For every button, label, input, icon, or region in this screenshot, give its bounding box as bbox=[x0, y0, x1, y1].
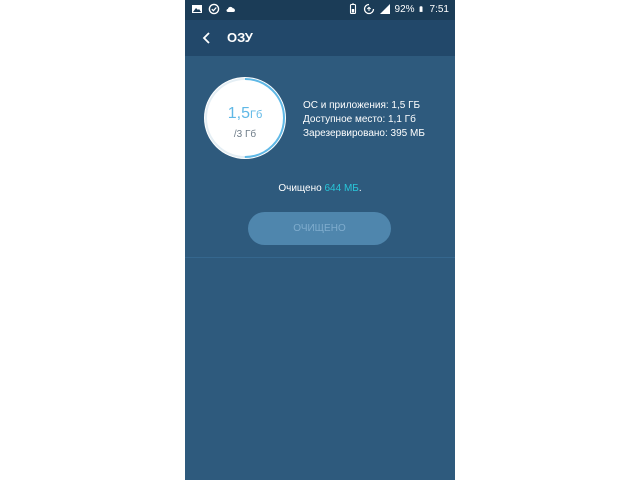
data-saver-icon bbox=[363, 3, 374, 15]
clock: 7:51 bbox=[429, 3, 449, 15]
back-arrow-icon bbox=[202, 32, 210, 44]
app-bar: ОЗУ bbox=[185, 20, 455, 56]
battery-icon bbox=[419, 6, 423, 12]
cleaned-button[interactable]: ОЧИЩЕНО bbox=[248, 212, 391, 245]
page-title: ОЗУ bbox=[227, 30, 253, 45]
used-memory-unit: Гб bbox=[249, 109, 263, 121]
used-memory-value: 1,5 bbox=[227, 105, 250, 122]
back-button[interactable] bbox=[195, 26, 219, 50]
available-memory: Доступное место: 1,1 Гб bbox=[303, 114, 416, 125]
cleaned-suffix: . bbox=[358, 183, 362, 194]
total-memory: /3 Гб bbox=[233, 129, 257, 140]
cleaned-amount: 644 МБ bbox=[324, 183, 359, 194]
cleaned-status: Очищено 644 МБ. bbox=[185, 183, 455, 194]
memory-details: ОС и приложения: 1,5 ГБ Доступное место:… bbox=[303, 99, 425, 141]
reserved-memory: Зарезервировано: 395 МБ bbox=[303, 128, 425, 139]
cloud-icon bbox=[226, 6, 235, 12]
divider bbox=[185, 257, 455, 258]
battery-percent: 92% bbox=[394, 3, 415, 15]
os-apps-usage: ОС и приложения: 1,5 ГБ bbox=[303, 100, 421, 111]
signal-icon bbox=[379, 4, 390, 14]
cleaned-prefix: Очищено bbox=[278, 183, 325, 194]
used-memory: 1,5Гб bbox=[203, 105, 287, 123]
status-bar: 92% 7:51 bbox=[185, 0, 455, 20]
battery-saver-icon bbox=[349, 3, 356, 15]
check-circle-icon bbox=[208, 3, 220, 15]
phone-screen: 92% 7:51 ОЗУ 1,5Гб /3 Гб ОС и приложения… bbox=[185, 0, 455, 480]
gallery-icon bbox=[192, 5, 202, 13]
